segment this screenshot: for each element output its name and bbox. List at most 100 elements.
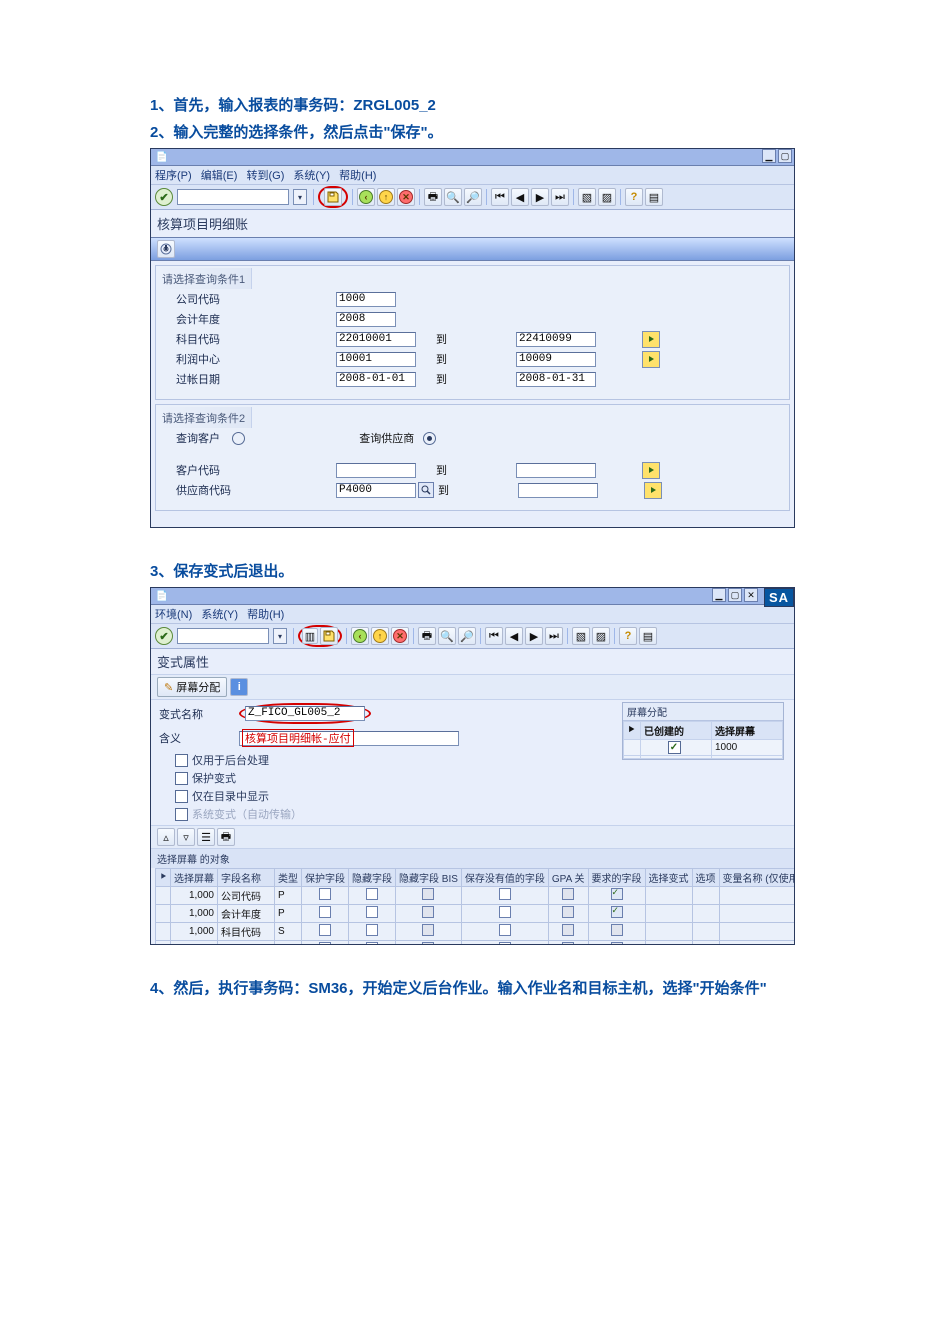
- help-icon[interactable]: ?: [625, 188, 643, 206]
- row-selector[interactable]: [156, 905, 171, 923]
- sort-asc-icon[interactable]: ▵: [157, 828, 175, 846]
- multi-select-profit[interactable]: [642, 351, 660, 368]
- first-page-icon[interactable]: ⏮: [491, 188, 509, 206]
- input-postdate-to[interactable]: 2008-01-31: [516, 372, 596, 387]
- last-page-icon[interactable]: ⏭: [545, 627, 563, 645]
- find-next-icon[interactable]: 🔎: [464, 188, 482, 206]
- prev-page-icon[interactable]: ◀: [511, 188, 529, 206]
- find-icon[interactable]: 🔍: [438, 627, 456, 645]
- radio-customer[interactable]: [232, 432, 245, 445]
- menu-system[interactable]: 系统(Y): [293, 170, 330, 182]
- menu-help[interactable]: 帮助(H): [247, 609, 284, 621]
- radio-vendor[interactable]: [423, 432, 436, 445]
- cell-checkbox[interactable]: [366, 906, 378, 918]
- multi-select-account[interactable]: [642, 331, 660, 348]
- cell-checkbox[interactable]: [366, 942, 378, 945]
- cell-sel-variant[interactable]: [645, 905, 692, 923]
- input-account-to[interactable]: 22410099: [516, 332, 596, 347]
- input-postdate-from[interactable]: 2008-01-01: [336, 372, 416, 387]
- print-table-icon[interactable]: 🖶: [217, 828, 235, 846]
- window-restore-icon[interactable]: ▢: [728, 588, 742, 602]
- window-minimize-icon[interactable]: ▁: [712, 588, 726, 602]
- find-icon[interactable]: 🔍: [444, 188, 462, 206]
- menu-environment[interactable]: 环境(N): [155, 609, 192, 621]
- back-button[interactable]: ‹: [351, 627, 369, 645]
- input-variant-name[interactable]: Z_FICO_GL005_2: [245, 706, 365, 721]
- menu-goto[interactable]: 转到(G): [246, 170, 284, 182]
- save-button[interactable]: [324, 188, 342, 206]
- input-account-from[interactable]: 22010001: [336, 332, 416, 347]
- shortcut-icon[interactable]: ▨: [598, 188, 616, 206]
- cell-checkbox[interactable]: [499, 924, 511, 936]
- toolbar-btn[interactable]: ▥: [302, 628, 318, 644]
- cell-variable-name[interactable]: [719, 905, 795, 923]
- cell-checkbox[interactable]: [499, 888, 511, 900]
- command-field[interactable]: [177, 628, 269, 644]
- window-restore-icon[interactable]: ▢: [778, 149, 792, 163]
- window-minimize-icon[interactable]: ▁: [762, 149, 776, 163]
- exit-button[interactable]: ↑: [371, 627, 389, 645]
- screen-assignment-button[interactable]: ✎屏幕分配: [157, 677, 227, 697]
- sort-desc-icon[interactable]: ▿: [177, 828, 195, 846]
- row-selector[interactable]: [624, 740, 641, 756]
- chk-background-only[interactable]: [175, 754, 188, 767]
- cell-checkbox[interactable]: [499, 942, 511, 945]
- cell-options[interactable]: [692, 923, 719, 941]
- enter-icon[interactable]: ✔: [155, 627, 173, 645]
- cell-checkbox[interactable]: [366, 888, 378, 900]
- window-close-icon[interactable]: ✕: [744, 588, 758, 602]
- input-customer-from[interactable]: [336, 463, 416, 478]
- input-company-code[interactable]: 1000: [336, 292, 396, 307]
- row-selector-header[interactable]: ⯈: [156, 869, 171, 887]
- filter-icon[interactable]: ☰: [197, 828, 215, 846]
- enter-icon[interactable]: ✔: [155, 188, 173, 206]
- cell-checkbox[interactable]: [319, 888, 331, 900]
- input-vendor-from[interactable]: P4000: [336, 483, 416, 498]
- row-selector[interactable]: [156, 887, 171, 905]
- save-button[interactable]: [320, 627, 338, 645]
- input-meaning[interactable]: 核算项目明细帐-应付: [242, 729, 354, 747]
- cell-checkbox[interactable]: [319, 942, 331, 945]
- find-next-icon[interactable]: 🔎: [458, 627, 476, 645]
- new-session-icon[interactable]: ▧: [578, 188, 596, 206]
- layout-icon[interactable]: ▤: [645, 188, 663, 206]
- cell-checkbox[interactable]: [319, 924, 331, 936]
- last-page-icon[interactable]: ⏭: [551, 188, 569, 206]
- row-selector[interactable]: [156, 923, 171, 941]
- menu-system[interactable]: 系统(Y): [201, 609, 238, 621]
- menu-edit[interactable]: 编辑(E): [201, 170, 238, 182]
- chk-protect-variant[interactable]: [175, 772, 188, 785]
- exit-button[interactable]: ↑: [377, 188, 395, 206]
- shortcut-icon[interactable]: ▨: [592, 627, 610, 645]
- multi-select-customer[interactable]: [642, 462, 660, 479]
- back-button[interactable]: ‹: [357, 188, 375, 206]
- info-icon[interactable]: i: [230, 678, 248, 696]
- cell-variable-name[interactable]: [719, 887, 795, 905]
- prev-page-icon[interactable]: ◀: [505, 627, 523, 645]
- input-profit-from[interactable]: 10001: [336, 352, 416, 367]
- cell-checkbox[interactable]: [319, 906, 331, 918]
- help-icon[interactable]: ?: [619, 627, 637, 645]
- cell-variable-name[interactable]: [719, 941, 795, 946]
- multi-select-vendor[interactable]: [644, 482, 662, 499]
- row-selector-header[interactable]: ⯈: [624, 722, 641, 740]
- row-selector[interactable]: [156, 941, 171, 946]
- command-field[interactable]: [177, 189, 289, 205]
- execute-icon[interactable]: [157, 240, 175, 258]
- cell-checkbox[interactable]: [499, 906, 511, 918]
- menu-help[interactable]: 帮助(H): [339, 170, 376, 182]
- cell-sel-variant[interactable]: [645, 923, 692, 941]
- cell-variable-name[interactable]: [719, 923, 795, 941]
- cell-sel-variant[interactable]: [645, 941, 692, 946]
- next-page-icon[interactable]: ▶: [531, 188, 549, 206]
- chk-catalog-only[interactable]: [175, 790, 188, 803]
- next-page-icon[interactable]: ▶: [525, 627, 543, 645]
- command-dropdown-icon[interactable]: ▾: [293, 189, 307, 205]
- print-icon[interactable]: 🖶: [424, 188, 442, 206]
- command-dropdown-icon[interactable]: ▾: [273, 628, 287, 644]
- cancel-button[interactable]: ✕: [397, 188, 415, 206]
- cancel-button[interactable]: ✕: [391, 627, 409, 645]
- input-fiscal-year[interactable]: 2008: [336, 312, 396, 327]
- cell-checkbox[interactable]: [366, 924, 378, 936]
- menu-program[interactable]: 程序(P): [155, 170, 192, 182]
